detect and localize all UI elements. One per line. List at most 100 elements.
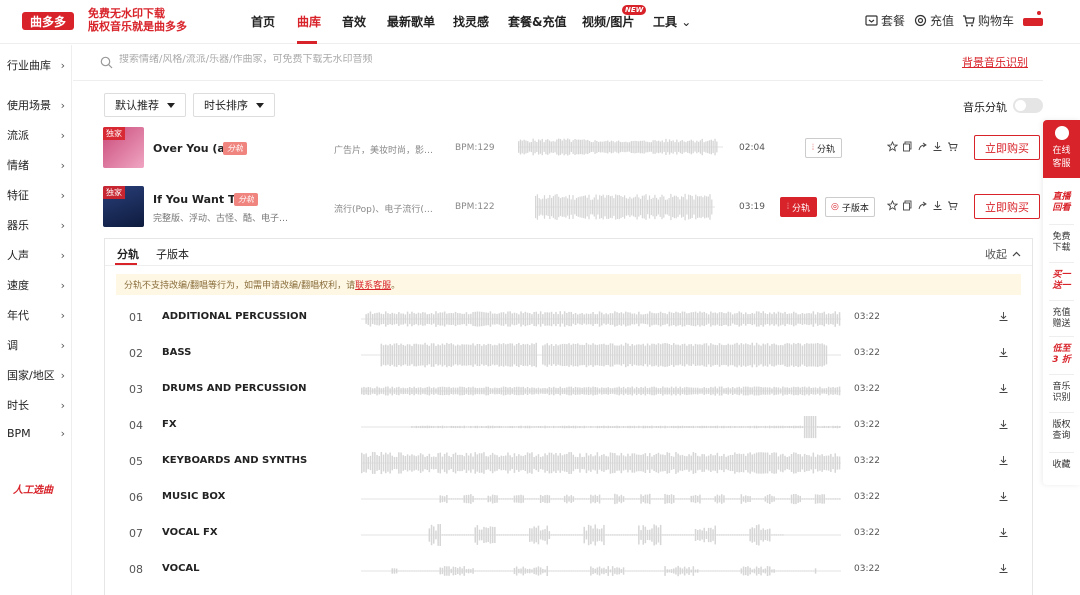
sidebar-item-genre[interactable]: 流派 › [7, 127, 65, 143]
sort-duration-dropdown[interactable]: 时长排序 [193, 93, 275, 117]
sidebar-item-duration[interactable]: 时长 › [7, 397, 65, 413]
song-cover[interactable]: 独家 [103, 186, 144, 227]
download-icon[interactable] [998, 527, 1009, 538]
stem-row[interactable]: 07 VOCAL FX 03:22 [105, 517, 1032, 553]
stem-button[interactable]: ⦙ 分轨 [780, 197, 818, 217]
sort-default-dropdown[interactable]: 默认推荐 [104, 93, 186, 117]
waveform-bar [694, 495, 697, 504]
sidebar-item-instrument[interactable]: 器乐 › [7, 217, 65, 233]
rightbar-item[interactable]: 低至 3 折 [1043, 344, 1080, 366]
stem-waveform[interactable] [361, 305, 841, 333]
sidebar-item-key[interactable]: 调 › [7, 337, 65, 353]
stem-waveform[interactable] [361, 485, 841, 513]
cart-add-icon[interactable] [947, 141, 958, 152]
download-icon[interactable] [998, 347, 1009, 358]
search-input[interactable] [119, 54, 719, 65]
stem-row[interactable]: 06 MUSIC BOX 03:22 [105, 481, 1032, 517]
share-icon[interactable] [917, 141, 928, 152]
sidebar-item-bpm[interactable]: BPM › [7, 427, 65, 440]
tab-sub-versions[interactable]: 子版本 [156, 246, 189, 262]
waveform-bar [483, 526, 485, 543]
download-icon[interactable] [998, 563, 1009, 574]
download-icon[interactable] [998, 383, 1009, 394]
download-icon[interactable] [998, 311, 1009, 322]
song-cover[interactable]: 独家 [103, 127, 144, 168]
bg-music-recognition-link[interactable]: 背景音乐识别 [962, 54, 1028, 70]
buy-now-button[interactable]: 立即购买 [974, 194, 1040, 219]
song-title[interactable]: If You Want To [153, 193, 242, 206]
package-link[interactable]: 套餐 [865, 12, 905, 29]
online-service-button[interactable]: 在线 客服 [1043, 120, 1080, 178]
logo[interactable]: 曲多多 [22, 10, 74, 32]
tab-stems[interactable]: 分轨 [117, 246, 139, 262]
service-label-2: 客服 [1052, 159, 1071, 169]
nav-library[interactable]: 曲库 [297, 13, 321, 30]
stem-waveform[interactable] [361, 557, 841, 585]
download-icon[interactable] [998, 455, 1009, 466]
stem-row[interactable]: 03 DRUMS AND PERCUSSION 03:22 [105, 373, 1032, 409]
song-waveform[interactable] [518, 136, 723, 158]
sidebar-item-mood[interactable]: 情绪 › [7, 157, 65, 173]
nav-tools[interactable]: 工具 ⌄ [653, 13, 691, 30]
song-row[interactable]: 独家 If You Want To 分轨 完整版、浮动、古怪、酷、电子… 流行(… [73, 186, 1043, 236]
sub-version-button[interactable]: ◎ 子版本 [825, 197, 875, 217]
stem-waveform[interactable] [361, 341, 841, 369]
waveform-bar [483, 426, 485, 428]
stem-row[interactable]: 01 ADDITIONAL PERCUSSION 03:22 [105, 301, 1032, 337]
stem-waveform[interactable] [361, 449, 841, 477]
stem-button[interactable]: ⦙ 分轨 [805, 138, 843, 158]
buy-now-button[interactable]: 立即购买 [974, 135, 1040, 160]
copy-icon[interactable] [902, 141, 913, 152]
nav-sfx[interactable]: 音效 [342, 13, 366, 30]
rightbar-item[interactable]: 免费 下载 [1043, 232, 1080, 254]
contact-service-link[interactable]: 联系客服 [355, 281, 391, 291]
stem-row[interactable]: 08 VOCAL 03:22 [105, 553, 1032, 589]
cart-link[interactable]: 购物车 [962, 12, 1014, 29]
share-icon[interactable] [917, 200, 928, 211]
waveform-bar [441, 312, 444, 326]
sidebar-item-industry[interactable]: 行业曲库 › [7, 57, 65, 73]
sidebar-item-feature[interactable]: 特征 › [7, 187, 65, 203]
song-waveform[interactable] [535, 192, 715, 222]
stem-row[interactable]: 05 KEYBOARDS AND SYNTHS 03:22 [105, 445, 1032, 481]
download-icon[interactable] [998, 491, 1009, 502]
rightbar-item[interactable]: 音乐 识别 [1043, 382, 1080, 404]
rightbar-item[interactable]: 收藏 [1043, 460, 1080, 471]
copy-icon[interactable] [902, 200, 913, 211]
stem-row[interactable]: 02 BASS 03:22 [105, 337, 1032, 373]
stem-waveform[interactable] [361, 413, 841, 441]
song-row[interactable]: 独家 Over You (a) 分轨 广告片，美妆时尚，影… BPM:129 0… [73, 127, 1043, 177]
nav-inspiration[interactable]: 找灵感 [453, 13, 489, 30]
sidebar-item-era[interactable]: 年代 › [7, 307, 65, 323]
rightbar-item[interactable]: 买一 送一 [1043, 270, 1080, 292]
user-avatar[interactable] [1022, 10, 1044, 28]
nav-video-image[interactable]: 视频/图片 [582, 13, 634, 30]
star-icon[interactable] [887, 141, 898, 152]
song-title[interactable]: Over You (a) [153, 142, 230, 155]
recharge-link[interactable]: 充值 [914, 12, 954, 29]
manual-selection-link[interactable]: 人工选曲 [13, 481, 53, 496]
stem-waveform[interactable] [361, 521, 841, 549]
download-icon[interactable] [932, 200, 943, 211]
waveform-bar [688, 387, 690, 395]
sidebar-item-vocal[interactable]: 人声 › [7, 247, 65, 263]
rightbar-item[interactable]: 版权 查询 [1043, 420, 1080, 442]
stem-toggle[interactable] [1013, 98, 1043, 113]
collapse-button[interactable]: 收起 [985, 246, 1021, 262]
stem-waveform[interactable] [361, 377, 841, 405]
sidebar-item-tempo[interactable]: 速度 › [7, 277, 65, 293]
stem-row[interactable]: 04 FX 03:22 [105, 409, 1032, 445]
rightbar-item[interactable]: 充值 赠送 [1043, 308, 1080, 330]
waveform-bar [509, 534, 511, 536]
waveform-bar [411, 570, 413, 572]
star-icon[interactable] [887, 200, 898, 211]
sidebar-item-region[interactable]: 国家/地区 › [7, 367, 65, 383]
download-icon[interactable] [998, 419, 1009, 430]
nav-packages[interactable]: 套餐&充值 [508, 13, 566, 30]
cart-add-icon[interactable] [947, 200, 958, 211]
download-icon[interactable] [932, 141, 943, 152]
sidebar-item-scene[interactable]: 使用场景 › [7, 97, 65, 113]
nav-home[interactable]: 首页 [251, 13, 275, 30]
rightbar-item[interactable]: 直播 回看 [1043, 192, 1080, 214]
nav-playlists[interactable]: 最新歌单 [387, 13, 435, 30]
